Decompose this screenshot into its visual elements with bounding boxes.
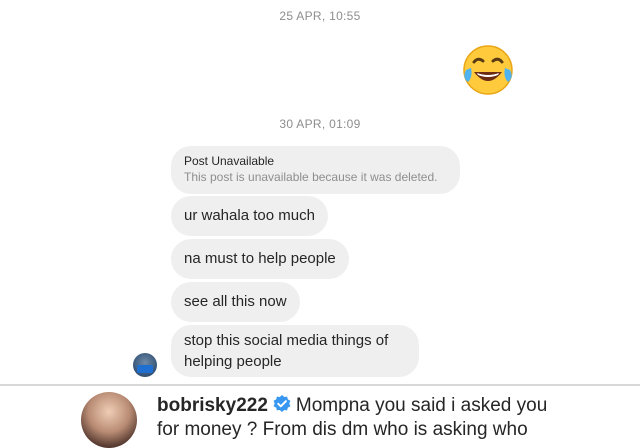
divider <box>0 384 640 386</box>
verified-badge-icon <box>273 395 291 412</box>
shared-post-bubble[interactable]: Post Unavailable This post is unavailabl… <box>171 146 460 194</box>
comment-text-line-2: for money ? From dis dm who is asking wh… <box>157 419 528 440</box>
comment: bobrisky222 Mompna you said i asked you … <box>157 394 627 442</box>
post-title: Post Unavailable <box>184 154 275 168</box>
message-bubble[interactable]: stop this social media things of helping… <box>171 325 419 377</box>
post-subtitle: This post is unavailable because it was … <box>184 170 438 184</box>
comment-text-line-1: Mompna you said i asked you <box>295 395 548 416</box>
message-bubble[interactable]: ur wahala too much <box>171 196 328 236</box>
message-bubble[interactable]: see all this now <box>171 282 300 322</box>
sender-avatar[interactable] <box>133 353 157 377</box>
timestamp: 30 APR, 01:09 <box>279 117 361 131</box>
timestamp: 25 APR, 10:55 <box>279 9 361 23</box>
comment-username[interactable]: bobrisky222 <box>157 395 268 416</box>
laughing-crying-emoji-icon <box>463 45 513 95</box>
message-bubble[interactable]: na must to help people <box>171 239 349 279</box>
commenter-avatar[interactable] <box>81 392 137 448</box>
